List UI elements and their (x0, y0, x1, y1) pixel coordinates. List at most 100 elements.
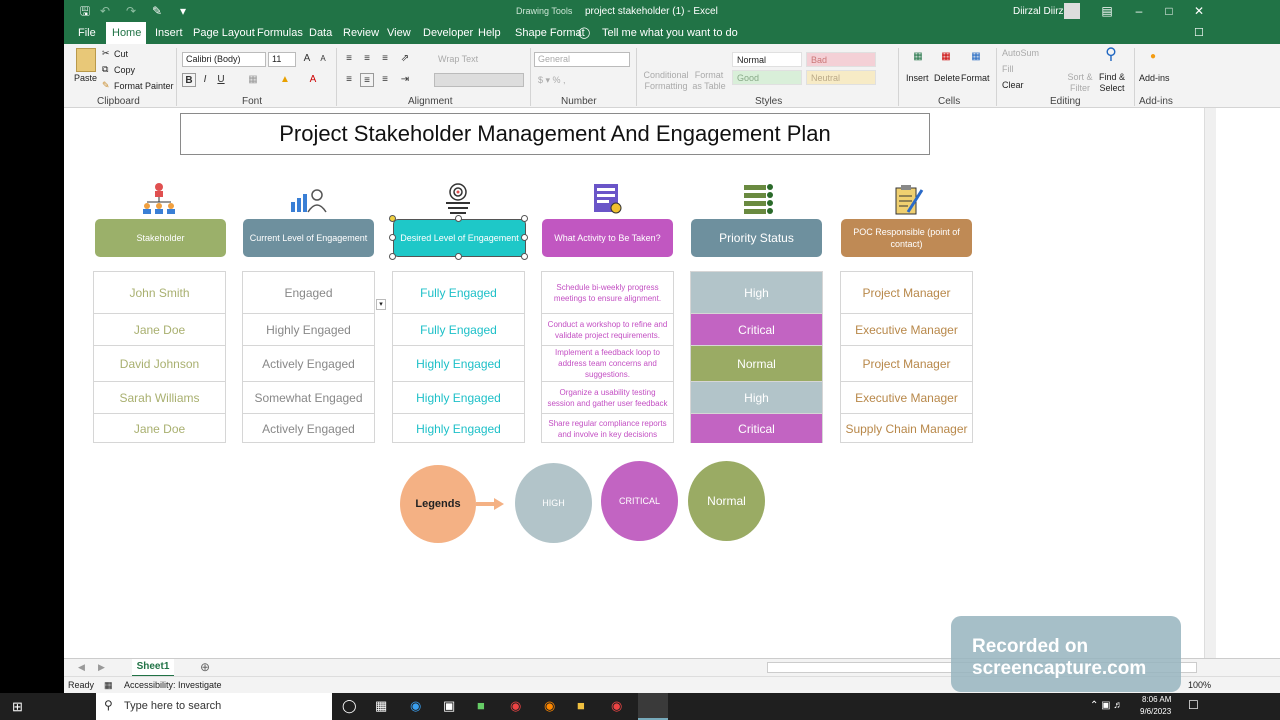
table-cell[interactable]: Conduct a workshop to refine and validat… (542, 314, 673, 346)
fill-button[interactable]: Fill (1002, 64, 1014, 74)
table-cell[interactable]: Engaged (243, 272, 374, 314)
notes-icon[interactable]: ■ (477, 698, 485, 713)
explorer-icon[interactable]: ■ (577, 698, 585, 713)
firefox-icon[interactable]: ◉ (544, 698, 555, 714)
table-cell[interactable]: Highly Engaged (243, 314, 374, 346)
tell-me-search[interactable]: Tell me what you want to do (596, 22, 744, 44)
table-cell[interactable]: Project Manager (841, 272, 972, 314)
maximize-icon[interactable]: □ (1162, 4, 1176, 18)
resize-handle[interactable] (389, 234, 396, 241)
format-cells-button[interactable]: Format (961, 73, 990, 83)
tab-help[interactable]: Help (472, 22, 507, 44)
copy-button[interactable]: Copy (114, 65, 135, 75)
font-size-select[interactable]: 11 (268, 52, 296, 67)
tab-insert[interactable]: Insert (149, 22, 189, 44)
table-cell[interactable]: Highly Engaged (393, 414, 524, 443)
table-cell[interactable]: Highly Engaged (393, 382, 524, 414)
header-priority[interactable]: Priority Status (691, 219, 822, 257)
table-cell[interactable]: Project Manager (841, 346, 972, 382)
table-cell[interactable]: Somewhat Engaged (243, 382, 374, 414)
accessibility-status[interactable]: Accessibility: Investigate (124, 680, 222, 690)
table-cell[interactable]: Schedule bi-weekly progress meetings to … (542, 272, 673, 314)
resize-handle[interactable] (389, 253, 396, 260)
priority-cell[interactable]: High (691, 382, 822, 414)
avatar[interactable] (1064, 3, 1080, 19)
bold-icon[interactable]: B (182, 73, 196, 87)
grow-font-icon[interactable]: A (300, 52, 314, 66)
prev-sheet-icon[interactable]: ◀ (78, 662, 85, 673)
windows-start-icon[interactable]: ⊞ (12, 699, 23, 715)
tab-data[interactable]: Data (303, 22, 338, 44)
sheet-title[interactable]: Project Stakeholder Management And Engag… (180, 113, 930, 155)
tab-home[interactable]: Home (106, 22, 146, 44)
shrink-font-icon[interactable]: A (316, 52, 330, 66)
align-middle-icon[interactable]: ≡ (360, 52, 374, 66)
taskbar-search[interactable]: Type here to search (96, 693, 332, 720)
table-cell[interactable]: Share regular compliance reports and inv… (542, 414, 673, 443)
priority-cell[interactable]: Critical (691, 414, 822, 443)
format-painter-button[interactable]: Format Painter (114, 81, 174, 91)
tab-developer[interactable]: Developer (417, 22, 479, 44)
addins-button[interactable]: Add-ins (1139, 73, 1170, 83)
close-icon[interactable]: ✕ (1192, 4, 1206, 18)
find-select-button[interactable]: Find & Select (1096, 72, 1128, 94)
next-sheet-icon[interactable]: ▶ (98, 662, 105, 673)
chrome-profile-icon[interactable]: ◉ (611, 698, 622, 714)
table-cell[interactable]: Jane Doe (94, 414, 225, 443)
legend-critical[interactable]: CRITICAL (601, 461, 678, 541)
font-name-select[interactable]: Calibri (Body) (182, 52, 266, 67)
table-cell[interactable]: Executive Manager (841, 314, 972, 346)
conditional-formatting-button[interactable]: Conditional Formatting (642, 70, 690, 92)
comments-icon[interactable]: ☐ (1188, 22, 1210, 44)
customize-icon[interactable]: ▾ (176, 4, 190, 18)
autosum-button[interactable]: AutoSum (1002, 48, 1039, 58)
tab-file[interactable]: File (72, 22, 102, 44)
ribbon-display-icon[interactable]: ▤ (1100, 4, 1114, 18)
orientation-icon[interactable]: ⇗ (398, 52, 412, 66)
tab-page-layout[interactable]: Page Layout (187, 22, 261, 44)
fill-color-icon[interactable]: ▲ (278, 73, 292, 87)
header-current-level[interactable]: Current Level of Engagement (243, 219, 374, 257)
underline-icon[interactable]: U (214, 73, 228, 87)
paste-options-icon[interactable]: ▾ (376, 299, 386, 310)
tab-formulas[interactable]: Formulas (251, 22, 309, 44)
insert-cells-button[interactable]: Insert (906, 73, 929, 83)
table-cell[interactable]: John Smith (94, 272, 225, 314)
macro-record-icon[interactable]: ▦ (104, 680, 113, 691)
resize-handle[interactable] (521, 215, 528, 222)
task-view-icon[interactable]: ◯ (342, 698, 357, 714)
font-color-icon[interactable]: A (306, 73, 320, 87)
table-cell[interactable]: Highly Engaged (393, 346, 524, 382)
resize-handle[interactable] (455, 253, 462, 260)
table-cell[interactable]: Sarah Williams (94, 382, 225, 414)
style-good[interactable]: Good (732, 70, 802, 85)
table-cell[interactable]: Fully Engaged (393, 272, 524, 314)
borders-icon[interactable]: ▦ (246, 73, 260, 87)
table-cell[interactable]: Supply Chain Manager (841, 414, 972, 443)
vertical-scrollbar[interactable] (1204, 108, 1216, 658)
indent-icon[interactable]: ⇥ (398, 73, 412, 87)
table-cell[interactable]: Organize a usability testing session and… (542, 382, 673, 414)
italic-icon[interactable]: I (198, 73, 212, 87)
table-cell[interactable]: Actively Engaged (243, 414, 374, 443)
align-right-icon[interactable]: ≡ (378, 73, 392, 87)
save-icon[interactable]: 🖫 (78, 4, 92, 18)
table-cell[interactable]: Implement a feedback loop to address tea… (542, 346, 673, 382)
clock-time[interactable]: 8:06 AM (1142, 695, 1171, 704)
table-cell[interactable]: Executive Manager (841, 382, 972, 414)
legend-title[interactable]: Legends (400, 465, 476, 543)
priority-cell[interactable]: Normal (691, 346, 822, 382)
chrome-icon[interactable]: ◉ (510, 698, 521, 714)
table-cell[interactable]: David Johnson (94, 346, 225, 382)
rotate-handle[interactable] (389, 215, 396, 222)
currency-icon[interactable]: $ ▾ % , (538, 75, 566, 86)
align-top-icon[interactable]: ≡ (342, 52, 356, 66)
paste-button[interactable]: Paste (74, 73, 97, 83)
resize-handle[interactable] (521, 234, 528, 241)
header-desired-level[interactable]: Desired Level of Engagement (393, 219, 526, 257)
style-normal[interactable]: Normal (732, 52, 802, 67)
merge-center-button[interactable] (434, 73, 524, 87)
style-neutral[interactable]: Neutral (806, 70, 876, 85)
align-left-icon[interactable]: ≡ (342, 73, 356, 87)
priority-cell[interactable]: Critical (691, 314, 822, 346)
